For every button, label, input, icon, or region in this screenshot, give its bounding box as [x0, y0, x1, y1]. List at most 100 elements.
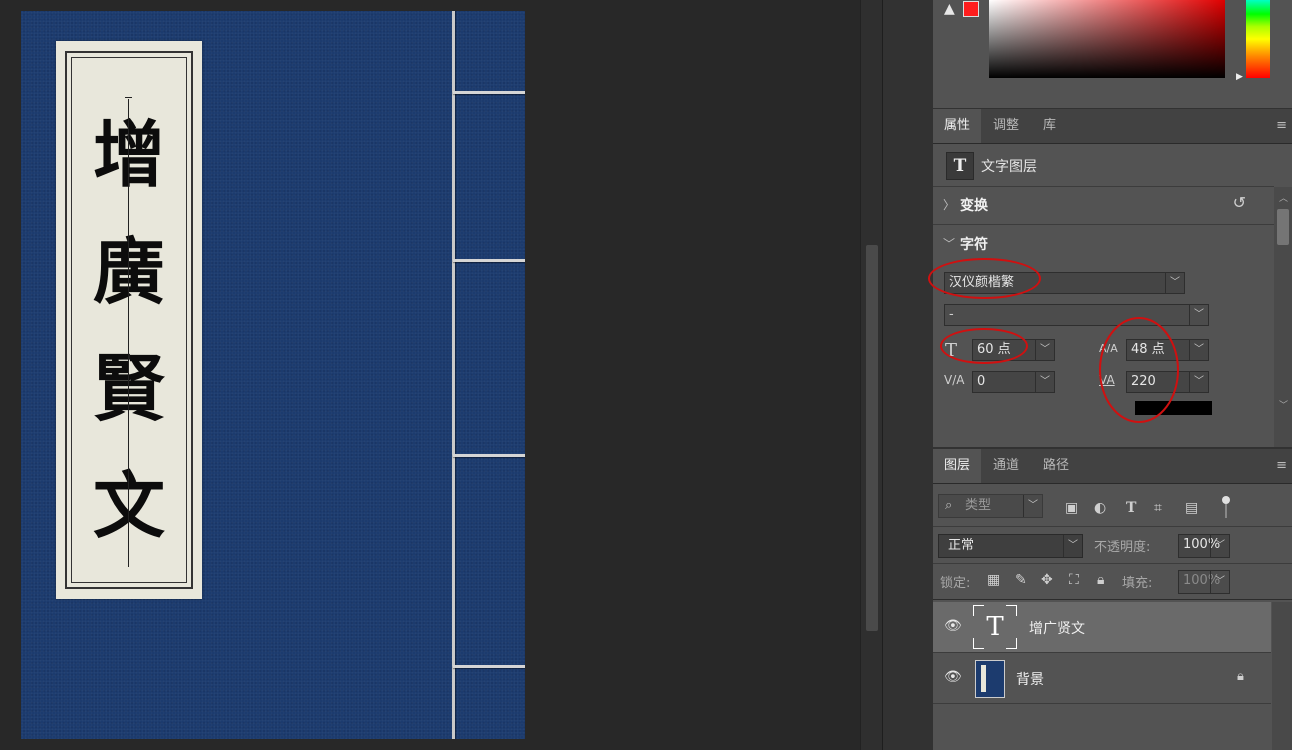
gamut-warning-swatch[interactable]	[963, 1, 979, 17]
transform-section-header[interactable]: 〉 变换 ↺	[933, 186, 1274, 225]
layer-lock-icon[interactable]: 🔒︎	[1237, 669, 1244, 684]
document-canvas[interactable]: 增 廣 賢 文	[21, 11, 525, 739]
hue-slider[interactable]	[1246, 0, 1270, 78]
filter-toggle-icon[interactable]	[1222, 496, 1230, 504]
binding-stitch	[453, 454, 525, 457]
lock-row: 锁定: ▦ ✎ ✥ ⛶ 🔒︎ 填充: 100% ﹀	[933, 563, 1292, 600]
chevron-down-icon[interactable]: ﹀	[943, 235, 955, 252]
visibility-eye-icon[interactable]: 👁︎	[944, 669, 962, 685]
search-icon: ⌕	[945, 498, 953, 513]
canvas-vertical-scrollbar[interactable]	[860, 0, 883, 750]
tab-layers[interactable]: 图层	[933, 449, 982, 483]
panel-menu-icon[interactable]: ≡	[1276, 458, 1287, 473]
binding-stitch	[453, 665, 525, 668]
binding-spine-line	[452, 11, 455, 739]
text-cursor	[128, 99, 129, 567]
layers-scrollbar[interactable]	[1272, 602, 1292, 750]
color-field[interactable]	[989, 0, 1225, 78]
chevron-down-icon[interactable]: ﹀	[1210, 535, 1229, 557]
smart-object-filter-icon[interactable]: ▤	[1185, 500, 1198, 516]
chevron-down-icon[interactable]: ﹀	[1035, 340, 1054, 360]
chevron-down-icon[interactable]: ﹀	[1189, 372, 1208, 392]
chevron-down-icon[interactable]: ﹀	[1023, 495, 1042, 517]
leading-field[interactable]: 48 点 ﹀	[1126, 339, 1209, 361]
text-cursor-cap	[125, 97, 132, 98]
lock-label: 锁定:	[940, 576, 971, 591]
text-layer-icon: T	[946, 152, 974, 180]
chevron-right-icon[interactable]: 〉	[943, 196, 955, 213]
chevron-up-icon[interactable]: ︿	[1279, 191, 1288, 204]
thumbnail-corner	[1006, 605, 1017, 616]
layer-name[interactable]: 增广贤文	[1029, 618, 1085, 638]
chevron-down-icon[interactable]: ﹀	[1279, 398, 1288, 411]
chevron-down-icon[interactable]: ﹀	[1165, 273, 1184, 293]
font-style-select[interactable]: - ﹀	[944, 304, 1209, 326]
adjustment-filter-icon[interactable]: ◐	[1094, 500, 1106, 516]
properties-panel: 属性 调整 库 ≡ T 文字图层 〉 变换 ↺ ﹀ 字符 汉仪颜楷繁 ﹀ - ﹀…	[928, 109, 1292, 447]
image-filter-icon[interactable]: ▣	[1065, 500, 1078, 516]
hue-slider-arrow-icon[interactable]: ▶	[1236, 72, 1243, 82]
opacity-label: 不透明度:	[1094, 540, 1151, 555]
tab-properties[interactable]: 属性	[933, 109, 982, 143]
kerning-field[interactable]: 0 ﹀	[972, 371, 1055, 393]
lock-position-move-icon[interactable]: ✥	[1041, 572, 1053, 588]
lock-transparency-icon[interactable]: ▦	[987, 572, 1000, 588]
tab-paths[interactable]: 路径	[1032, 449, 1080, 483]
layer-row-background[interactable]: 👁︎ 背景 🔒︎	[933, 653, 1271, 704]
blend-mode-select[interactable]: 正常 ﹀	[938, 534, 1083, 558]
shape-filter-icon[interactable]: ⌗	[1154, 500, 1162, 516]
layer-filter-kind-select[interactable]: ⌕ 类型 ﹀	[938, 494, 1043, 518]
properties-scroll-thumb[interactable]	[1277, 209, 1289, 245]
layer-name[interactable]: 背景	[1016, 669, 1044, 689]
character-section-label: 字符	[960, 237, 988, 253]
visibility-eye-icon[interactable]: 👁︎	[944, 618, 962, 634]
fill-label: 填充:	[1122, 576, 1153, 591]
layer-row-text[interactable]: 👁︎ T 增广贤文	[933, 602, 1271, 653]
chevron-down-icon[interactable]: ﹀	[1063, 535, 1082, 557]
canvas-area[interactable]: 增 廣 賢 文	[0, 0, 860, 750]
tab-libraries[interactable]: 库	[1032, 109, 1067, 143]
properties-scrollbar[interactable]: ︿ ﹀	[1274, 187, 1292, 447]
font-style-value: -	[949, 307, 954, 322]
panel-menu-icon[interactable]: ≡	[1276, 118, 1287, 133]
tracking-field[interactable]: 220 ﹀	[1126, 371, 1209, 393]
opacity-field[interactable]: 100% ﹀	[1178, 534, 1230, 558]
panel-dock-gutter	[882, 0, 934, 750]
reset-transform-icon[interactable]: ↺	[1233, 193, 1246, 212]
type-filter-icon[interactable]: T	[1126, 500, 1136, 516]
text-layer-thumbnail[interactable]: T	[973, 605, 1017, 649]
layers-tabbar: 图层 通道 路径 ≡	[933, 449, 1292, 484]
leading-icon: A/A	[1099, 342, 1118, 355]
font-family-select[interactable]: 汉仪颜楷繁 ﹀	[944, 272, 1185, 294]
font-size-value: 60 点	[977, 342, 1011, 357]
layers-filter-toolbar: ⌕ 类型 ﹀ ▣ ◐ T ⌗ ▤	[933, 484, 1292, 527]
character-section-header[interactable]: ﹀ 字符	[933, 225, 1274, 263]
warning-triangle-icon[interactable]: ▲	[944, 1, 955, 17]
text-color-swatch[interactable]	[1135, 401, 1212, 415]
transform-section-label: 变换	[960, 198, 988, 214]
thumbnail-corner	[973, 638, 984, 649]
leading-value: 48 点	[1131, 342, 1165, 357]
chevron-down-icon[interactable]: ﹀	[1035, 372, 1054, 392]
chevron-down-icon[interactable]: ﹀	[1189, 305, 1208, 325]
font-size-icon: T	[945, 340, 958, 361]
font-size-field[interactable]: 60 点 ﹀	[972, 339, 1055, 361]
chevron-down-icon[interactable]: ﹀	[1189, 340, 1208, 360]
kerning-value: 0	[977, 374, 986, 389]
blend-mode-value: 正常	[948, 538, 975, 553]
text-layer-t-icon: T	[986, 612, 1004, 642]
background-layer-thumbnail[interactable]	[975, 660, 1005, 698]
layers-panel: 图层 通道 路径 ≡ ⌕ 类型 ﹀ ▣ ◐ T ⌗ ▤ 正常 ﹀ 不透明度: 1…	[933, 449, 1292, 750]
canvas-scroll-thumb[interactable]	[866, 245, 878, 631]
fill-field[interactable]: 100% ﹀	[1178, 570, 1230, 594]
lock-artboard-icon[interactable]: ⛶	[1069, 572, 1079, 588]
binding-stitch	[453, 259, 525, 262]
thumbnail-label-shape	[981, 665, 986, 692]
lock-pixels-brush-icon[interactable]: ✎	[1015, 572, 1027, 588]
tab-adjustments[interactable]: 调整	[982, 109, 1030, 143]
tab-channels[interactable]: 通道	[982, 449, 1030, 483]
cover-title-text[interactable]: 增 廣 賢 文	[56, 96, 202, 564]
lock-all-icon[interactable]: 🔒︎	[1097, 572, 1104, 588]
thumbnail-corner	[1006, 638, 1017, 649]
chevron-down-icon[interactable]: ﹀	[1210, 571, 1229, 593]
